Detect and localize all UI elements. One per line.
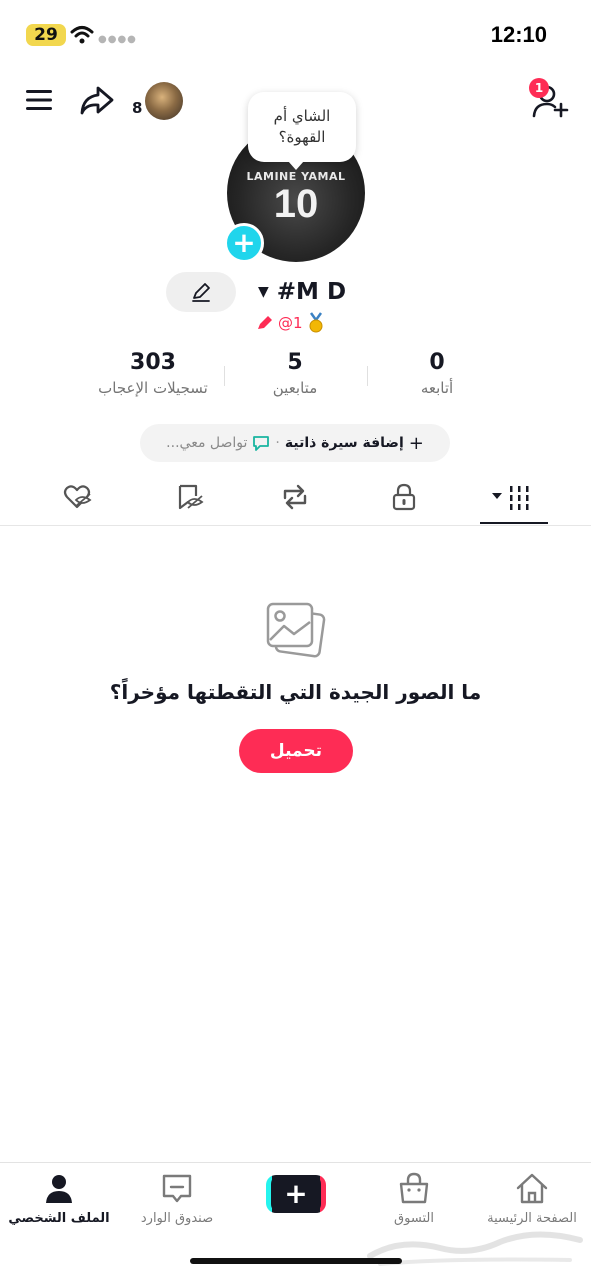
profile-visitors[interactable]: 8 (132, 82, 184, 120)
active-tab-indicator (480, 522, 548, 524)
nav-inbox[interactable]: صندوق الوارد (118, 1171, 236, 1226)
battery-level: 29 (34, 25, 58, 45)
display-name-text: #M D (276, 279, 347, 305)
medal-icon (309, 312, 323, 333)
tab-reposts[interactable] (280, 482, 310, 512)
stat-followers[interactable]: 5 متابعين (236, 350, 354, 397)
stat-divider (367, 366, 368, 386)
separator: · (275, 435, 280, 451)
person-icon (46, 1175, 72, 1203)
upload-button[interactable]: تحميل (239, 729, 353, 773)
empty-state-title: ما الصور الجيدة التي التقطتها مؤخراً؟ (109, 680, 482, 704)
visitor-avatar (145, 82, 184, 120)
content-tabs (0, 468, 591, 526)
menu-icon[interactable] (24, 86, 56, 114)
nav-profile[interactable]: الملف الشخصي (0, 1171, 118, 1226)
visitor-count: 8 (132, 99, 143, 117)
username: @1 (278, 314, 303, 332)
tab-favorites[interactable] (174, 482, 204, 512)
plus-icon: + (232, 226, 256, 259)
chevron-down-icon: ▼ (258, 284, 269, 300)
tab-private[interactable] (389, 482, 419, 512)
repost-icon (283, 484, 307, 510)
tab-liked[interactable] (62, 482, 92, 512)
share-icon[interactable] (78, 82, 116, 118)
add-friend-button[interactable]: 1 (521, 78, 571, 122)
pencil-icon (192, 283, 210, 302)
nav-profile-label: الملف الشخصي (8, 1211, 110, 1226)
shopping-bag-icon (399, 1172, 429, 1204)
chat-bubble-icon (253, 436, 270, 451)
stat-following[interactable]: 0 أتابعه (378, 350, 496, 397)
home-icon (516, 1173, 548, 1204)
stat-likes-label: تسجيلات الإعجاب (98, 379, 208, 397)
username-row: @1 (256, 312, 325, 334)
home-indicator (190, 1258, 402, 1264)
nav-inbox-label: صندوق الوارد (140, 1211, 214, 1226)
add-bio-button[interactable]: + إضافة سيرة ذاتية · تواصل معي... (140, 424, 450, 462)
status-time: 12:10 (490, 22, 547, 47)
pencil-red-icon (258, 316, 272, 329)
thought-bubble[interactable]: الشاي أم القهوة؟ (248, 92, 356, 170)
lock-icon (392, 483, 416, 511)
add-bio-label: إضافة سيرة ذاتية (284, 435, 404, 451)
wifi-icon (70, 26, 94, 44)
create-button[interactable]: + (266, 1175, 326, 1213)
stat-likes[interactable]: 303 تسجيلات الإعجاب (78, 350, 228, 397)
plus-icon: + (408, 432, 424, 454)
stat-followers-value: 5 (287, 350, 303, 375)
battery-indicator: 29 (26, 24, 66, 46)
display-name[interactable]: ▼ #M D (258, 279, 346, 305)
stat-followers-label: متابعين (272, 379, 318, 397)
inbox-icon (162, 1174, 192, 1203)
jersey-number: 10 (273, 182, 319, 226)
stat-following-label: أتابعه (420, 379, 454, 397)
contact-label: تواصل معي... (166, 435, 248, 451)
friend-request-badge: 1 (529, 78, 549, 98)
stat-likes-value: 303 (130, 350, 176, 375)
photos-icon (266, 602, 326, 658)
avatar-add-button[interactable]: + (224, 223, 264, 263)
tab-videos[interactable] (492, 482, 540, 512)
signal-dots-icon: ●●●● (98, 34, 137, 45)
plus-icon: + (271, 1175, 321, 1213)
stat-following-value: 0 (429, 350, 445, 375)
heart-hidden-icon (63, 485, 92, 509)
bookmark-hidden-icon (178, 484, 204, 510)
grid-icon (492, 486, 529, 510)
edit-profile-button[interactable] (166, 272, 236, 312)
